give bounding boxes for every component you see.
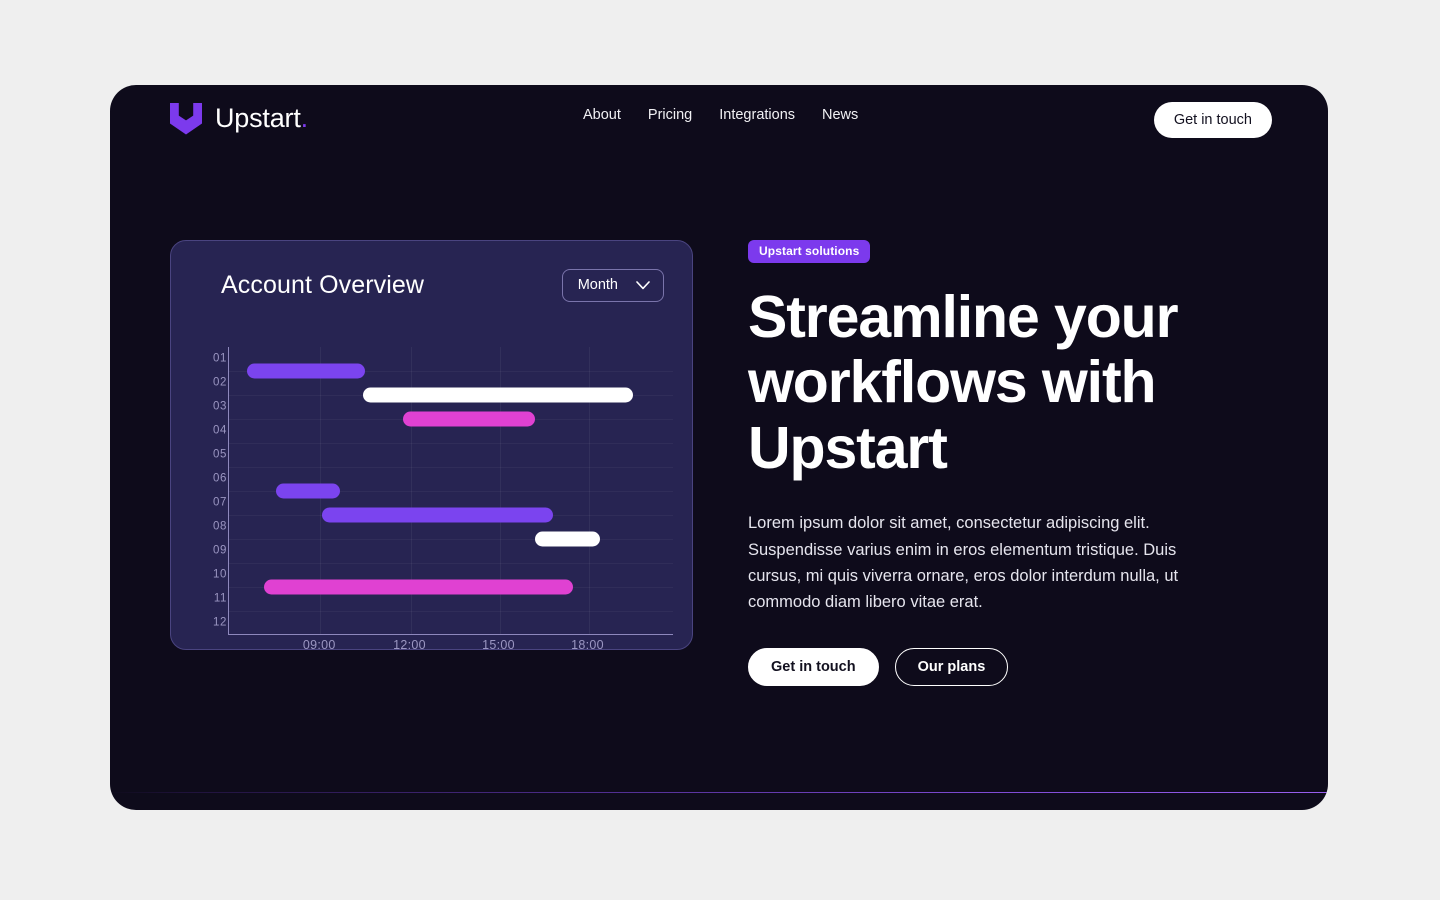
- plot-area: [228, 347, 673, 635]
- hero-accent-line: [110, 792, 1328, 793]
- hero-actions: Get in touch Our plans: [748, 647, 1248, 686]
- gantt-bar[interactable]: [275, 483, 341, 499]
- gantt-bar[interactable]: [321, 507, 553, 523]
- gantt-bar[interactable]: [363, 387, 634, 403]
- y-axis-labels: 01 02 03 04 05 06 07 08 09 10 11 12: [193, 347, 227, 635]
- y-axis-tick: 12: [213, 616, 227, 629]
- range-select[interactable]: Month: [561, 268, 664, 302]
- x-axis-tick: 15:00: [482, 638, 515, 650]
- y-axis-tick: 08: [213, 520, 227, 533]
- gridline-horizontal: [229, 563, 673, 564]
- status-badge: Upstart solutions: [748, 240, 871, 263]
- y-axis-tick: 04: [213, 424, 227, 437]
- brand-dot: .: [300, 102, 309, 133]
- gridline-horizontal: [229, 443, 673, 444]
- card-title: Account Overview: [221, 270, 425, 299]
- y-axis-tick: 10: [213, 568, 227, 581]
- chevron-down-icon: [636, 280, 650, 289]
- brand-name: Upstart.: [215, 102, 309, 133]
- y-axis-tick: 03: [213, 400, 227, 413]
- y-axis-tick: 05: [213, 448, 227, 461]
- card-header: Account Overview Month: [171, 241, 692, 329]
- main-nav: About Pricing Integrations News: [583, 108, 858, 123]
- gridline-horizontal: [229, 539, 673, 540]
- y-axis-tick: 07: [213, 496, 227, 509]
- y-axis-tick: 09: [213, 544, 227, 557]
- our-plans-button[interactable]: Our plans: [894, 647, 1009, 686]
- y-axis-tick: 11: [213, 592, 227, 605]
- hero-copy: Upstart solutions Streamline your workfl…: [748, 240, 1248, 686]
- get-in-touch-button[interactable]: Get in touch: [748, 647, 879, 686]
- x-axis-tick: 12:00: [393, 638, 426, 650]
- y-axis-tick: 02: [213, 376, 227, 389]
- gantt-bar[interactable]: [263, 579, 573, 595]
- x-axis-tick: 18:00: [571, 638, 604, 650]
- gantt-bar[interactable]: [402, 411, 535, 427]
- nav-item-pricing[interactable]: Pricing: [648, 108, 692, 123]
- range-select-value: Month: [577, 277, 618, 293]
- account-overview-card: Account Overview Month 01 02 03 04 05 06 07 08 0…: [170, 240, 693, 650]
- y-axis-tick: 06: [213, 472, 227, 485]
- page-title: Streamline your workflows with Upstart: [748, 284, 1179, 481]
- hero-panel: Upstart. About Pricing Integrations News…: [110, 85, 1328, 810]
- gantt-chart: 01 02 03 04 05 06 07 08 09 10 11 12 09:00 12:00 15:00…: [171, 329, 692, 650]
- brand-logo[interactable]: Upstart.: [168, 100, 308, 136]
- gridline-horizontal: [229, 611, 673, 612]
- header-get-in-touch-button[interactable]: Get in touch: [1153, 102, 1272, 138]
- hero-paragraph: Lorem ipsum dolor sit amet, consectetur …: [748, 514, 1179, 611]
- y-axis-tick: 01: [213, 352, 227, 365]
- gantt-bar[interactable]: [535, 531, 600, 547]
- upstart-shield-icon: [170, 103, 202, 135]
- x-axis-labels: 09:00 12:00 15:00 18:00: [228, 638, 673, 650]
- nav-item-about[interactable]: About: [583, 108, 621, 123]
- x-axis-tick: 09:00: [302, 638, 336, 650]
- nav-item-news[interactable]: News: [822, 108, 858, 123]
- gantt-bar[interactable]: [246, 363, 365, 379]
- nav-item-integrations[interactable]: Integrations: [719, 108, 795, 123]
- gridline-horizontal: [229, 467, 673, 468]
- site-header: Upstart. About Pricing Integrations News…: [110, 85, 1328, 157]
